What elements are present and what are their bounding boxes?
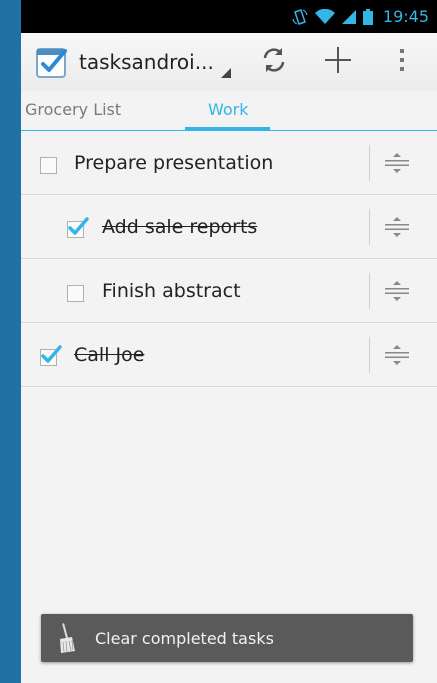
clear-completed-button[interactable]: Clear completed tasks [41, 614, 413, 662]
task-row[interactable]: Add sale reports [21, 195, 437, 259]
task-app-icon[interactable] [35, 45, 69, 79]
list-spinner-title[interactable]: tasksandroi... [79, 50, 217, 74]
task-title[interactable]: Call Joe [74, 344, 144, 366]
task-row[interactable]: Prepare presentation [21, 131, 437, 195]
checkmark-icon [68, 217, 89, 235]
task-checkbox-checked[interactable] [40, 345, 62, 366]
phone-screen: 19:45 tasksandroi... Grocery List Work P… [21, 0, 437, 683]
tab-work[interactable]: Work [208, 91, 249, 130]
sync-button[interactable] [249, 33, 299, 91]
row-divider [369, 209, 370, 245]
rotation-icon [291, 8, 309, 25]
task-checkbox[interactable] [67, 285, 84, 302]
clear-completed-label: Clear completed tasks [95, 628, 274, 648]
signal-icon [341, 9, 357, 25]
list-tabs: Grocery List Work [21, 91, 437, 131]
task-row[interactable]: Call Joe [21, 323, 437, 387]
drag-handle-icon[interactable] [383, 341, 411, 369]
status-bar: 19:45 [21, 0, 437, 33]
overflow-menu-icon [398, 47, 406, 77]
row-divider [369, 337, 370, 373]
dropdown-triangle-icon [221, 68, 231, 78]
tab-grocery-list[interactable]: Grocery List [25, 91, 121, 130]
status-time: 19:45 [382, 7, 429, 26]
drag-handle-icon[interactable] [383, 213, 411, 241]
task-title[interactable]: Finish abstract [102, 280, 241, 302]
battery-icon [362, 8, 373, 25]
overflow-menu-button[interactable] [377, 33, 427, 91]
sync-icon [260, 46, 288, 78]
row-divider [369, 145, 370, 181]
task-list: Prepare presentation Add sale reports Fi… [21, 131, 437, 387]
task-row[interactable]: Finish abstract [21, 259, 437, 323]
task-checkbox-checked[interactable] [67, 217, 89, 238]
drag-handle-icon[interactable] [383, 149, 411, 177]
row-divider [369, 273, 370, 309]
add-task-button[interactable] [313, 33, 363, 91]
task-title[interactable]: Add sale reports [102, 216, 257, 238]
task-checkbox[interactable] [40, 157, 57, 174]
wifi-icon [314, 8, 335, 25]
checkmark-icon [41, 345, 62, 363]
broom-icon [57, 623, 77, 653]
task-title[interactable]: Prepare presentation [74, 152, 273, 174]
action-bar: tasksandroi... [21, 33, 437, 91]
add-icon [323, 45, 353, 79]
drag-handle-icon[interactable] [383, 277, 411, 305]
